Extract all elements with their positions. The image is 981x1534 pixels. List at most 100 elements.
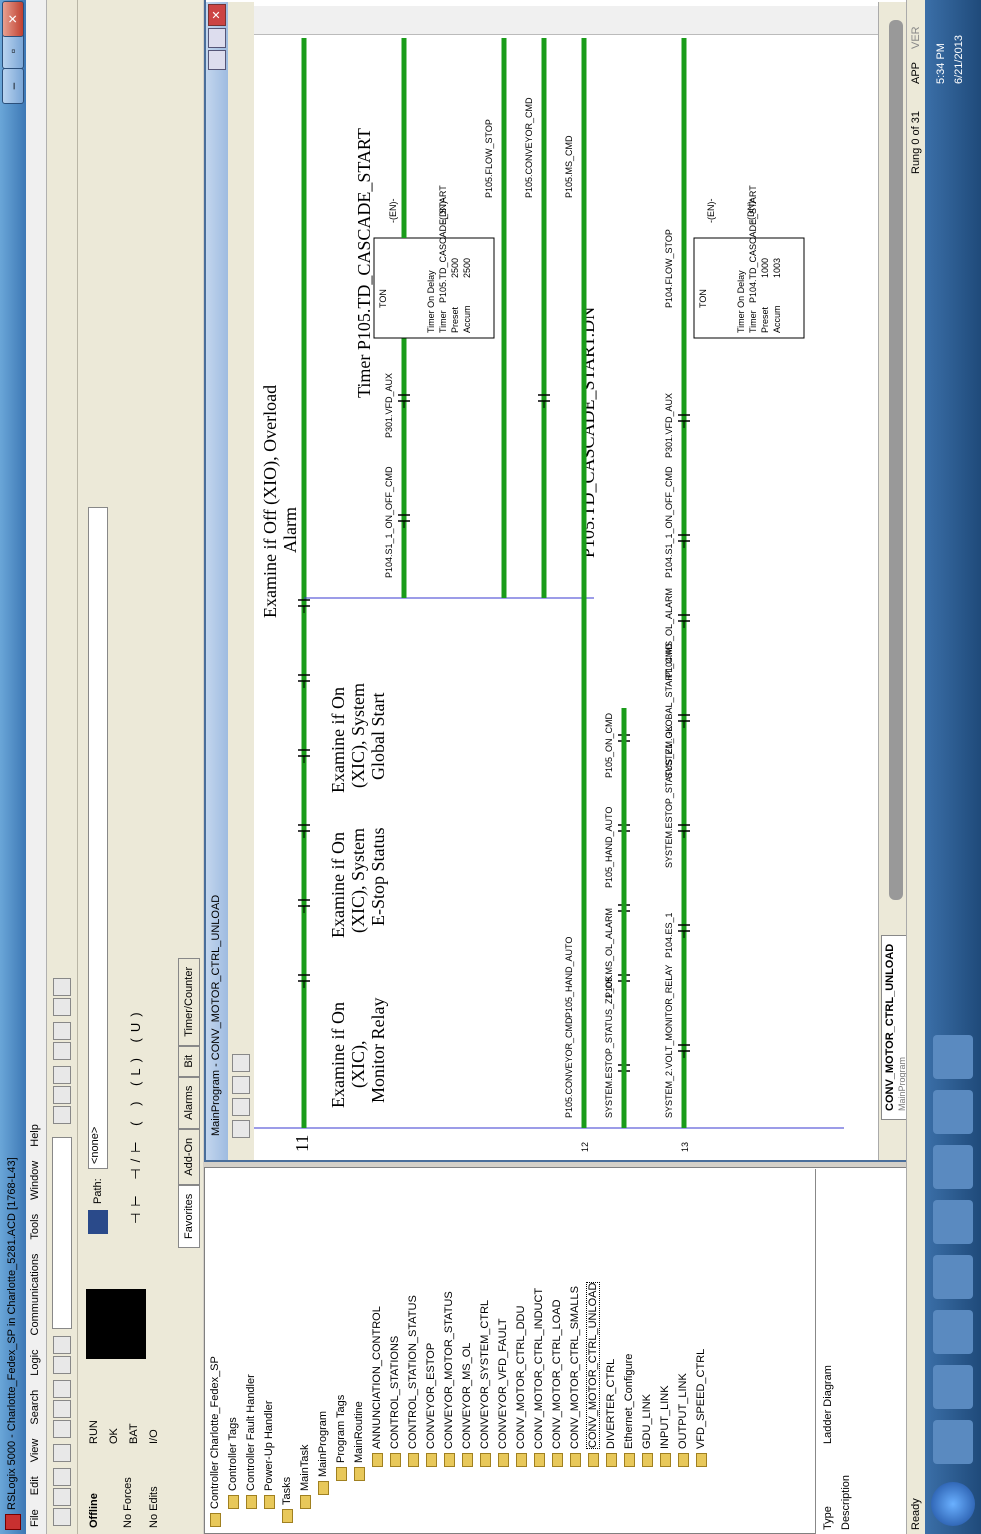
accept-icon[interactable] xyxy=(232,1054,250,1072)
tree-item[interactable]: CONV_MOTOR_CTRL_LOAD xyxy=(551,1299,563,1467)
ton1-preset[interactable]: 2500 xyxy=(450,258,460,278)
tree-item[interactable]: Ethernet_Configure xyxy=(623,1354,635,1467)
rung-icon[interactable] xyxy=(232,1120,250,1138)
tree-item[interactable]: VFD_SPEED_CTRL xyxy=(695,1349,707,1467)
ladder-min-button[interactable] xyxy=(208,50,226,70)
vertical-scrollbar[interactable] xyxy=(254,6,878,35)
properties-icon[interactable] xyxy=(53,1042,71,1060)
tree-item[interactable]: CONV_MOTOR_CTRL_DDU xyxy=(515,1306,527,1467)
copy-icon[interactable] xyxy=(53,1400,71,1418)
media-taskbar-icon[interactable] xyxy=(933,1310,973,1354)
tree-item[interactable]: GDU_LINK xyxy=(641,1394,653,1467)
branch-icon[interactable] xyxy=(232,1098,250,1116)
new-icon[interactable] xyxy=(53,1508,71,1526)
tree-item[interactable]: CONV_MOTOR_CTRL_SMALLS xyxy=(569,1286,581,1467)
ton2-preset[interactable]: 1000 xyxy=(760,258,770,278)
start-button[interactable] xyxy=(931,1482,975,1526)
ladder-instruction-toolbar[interactable]: ⊣⊢ ⊣/⊢ ( ) (L) (U) xyxy=(128,1006,144,1224)
tree-item[interactable]: CONV_MOTOR_CTRL_UNLOAD xyxy=(586,1281,600,1467)
monitor-icon[interactable] xyxy=(53,1022,71,1040)
ton2-accum-label[interactable]: Accum xyxy=(772,305,782,333)
menu-communications[interactable]: Communications xyxy=(26,1247,44,1343)
tree-item[interactable]: CONVEYOR_VFD_FAULT xyxy=(497,1318,509,1467)
menu-help[interactable]: Help xyxy=(26,1117,44,1154)
tree-item[interactable]: CONV_MOTOR_CTRL_INDUCT xyxy=(533,1288,545,1467)
tree-item[interactable]: OUTPUT_LINK xyxy=(677,1373,689,1467)
ton1-title[interactable]: Timer On Delay xyxy=(426,270,436,333)
tree-item[interactable]: Power-Up Handler xyxy=(263,1401,275,1509)
tree-item[interactable]: MainTask xyxy=(299,1445,311,1509)
tree-item[interactable]: INPUT_LINK xyxy=(659,1385,671,1467)
explorer-taskbar-icon[interactable] xyxy=(933,1365,973,1409)
tree-item[interactable]: Program Tags xyxy=(335,1395,347,1481)
tree-item[interactable]: CONTROL_STATIONS xyxy=(389,1336,401,1467)
search-combo[interactable] xyxy=(52,1137,72,1329)
ton1-en-coil[interactable]: -(EN)- xyxy=(388,199,398,224)
tab-timer-counter[interactable]: Timer/Counter xyxy=(178,957,200,1046)
zoom-in-icon[interactable] xyxy=(53,998,71,1016)
verify-icon[interactable] xyxy=(53,1106,71,1124)
menu-view[interactable]: View xyxy=(26,1432,44,1470)
menu-logic[interactable]: Logic xyxy=(26,1342,44,1382)
ton2-title[interactable]: Timer On Delay xyxy=(736,270,746,333)
rslinx-taskbar-icon[interactable] xyxy=(933,1035,973,1079)
maximize-button[interactable]: ▫ xyxy=(2,33,24,69)
edit-icon[interactable] xyxy=(53,1066,71,1084)
close-button[interactable]: ✕ xyxy=(2,1,24,37)
tree-item[interactable]: Controller Fault Handler xyxy=(245,1374,257,1509)
menu-tools[interactable]: Tools xyxy=(26,1207,44,1247)
tab-favorites[interactable]: Favorites xyxy=(178,1184,200,1248)
tree-item[interactable]: CONVEYOR_MS_OL xyxy=(461,1343,473,1467)
ladder-max-button[interactable] xyxy=(208,28,226,48)
paste-icon[interactable] xyxy=(53,1380,71,1398)
verify-all-icon[interactable] xyxy=(53,1086,71,1104)
calculator-taskbar-icon[interactable] xyxy=(933,1255,973,1299)
ton1-dn-coil[interactable]: -(DN)- xyxy=(438,198,448,223)
menu-window[interactable]: Window xyxy=(26,1154,44,1207)
path-combo[interactable]: <none> xyxy=(88,507,108,1169)
minimize-button[interactable]: – xyxy=(2,68,24,104)
ton1-accum[interactable]: 2500 xyxy=(462,258,472,278)
compile-icon[interactable] xyxy=(232,1076,250,1094)
ton2-preset-label[interactable]: Preset xyxy=(760,306,770,333)
tree-item[interactable]: ANNUNCIATION_CONTROL xyxy=(371,1306,383,1467)
zoom-out-icon[interactable] xyxy=(53,978,71,996)
ton2-dn-coil[interactable]: -(DN)- xyxy=(746,198,756,223)
tree-item[interactable]: MainProgram xyxy=(317,1411,329,1495)
word-taskbar-icon[interactable] xyxy=(933,1090,973,1134)
menu-edit[interactable]: Edit xyxy=(26,1469,44,1502)
ton2-timer-label[interactable]: Timer xyxy=(748,310,758,333)
tree-item[interactable]: MainRoutine xyxy=(353,1401,365,1481)
horizontal-scrollbar[interactable] xyxy=(889,20,903,900)
ie-taskbar-icon[interactable] xyxy=(933,1420,973,1464)
tab-add-on[interactable]: Add-On xyxy=(178,1128,200,1185)
ton2-accum[interactable]: 1003 xyxy=(772,258,782,278)
rslogix-taskbar-icon[interactable] xyxy=(933,1145,973,1189)
tree-controller[interactable]: Controller Charlotte_Fedex_SP xyxy=(209,1356,221,1527)
cut-icon[interactable] xyxy=(53,1420,71,1438)
save-icon[interactable] xyxy=(53,1468,71,1486)
undo-icon[interactable] xyxy=(53,1356,71,1374)
open-icon[interactable] xyxy=(53,1488,71,1506)
tab-alarms[interactable]: Alarms xyxy=(178,1076,200,1129)
tab-bit[interactable]: Bit xyxy=(178,1045,200,1077)
redo-icon[interactable] xyxy=(53,1336,71,1354)
print-icon[interactable] xyxy=(53,1444,71,1462)
ton2-kind[interactable]: TON xyxy=(698,289,708,308)
tree-item[interactable]: Tasks xyxy=(281,1477,293,1523)
outlook-taskbar-icon[interactable] xyxy=(933,1200,973,1244)
ton2-en-coil[interactable]: -(EN)- xyxy=(706,199,716,224)
menu-search[interactable]: Search xyxy=(26,1383,44,1432)
tree-item[interactable]: CONTROL_STATION_STATUS xyxy=(407,1295,419,1467)
ladder-close-button[interactable]: ✕ xyxy=(208,4,226,26)
tree-item[interactable]: CONVEYOR_ESTOP xyxy=(425,1343,437,1467)
menu-file[interactable]: File xyxy=(26,1502,44,1534)
tree-item[interactable]: CONVEYOR_SYSTEM_CTRL xyxy=(479,1300,491,1467)
ton1-accum-label[interactable]: Accum xyxy=(462,305,472,333)
tree-item[interactable]: Controller Tags xyxy=(227,1417,239,1509)
tree-item[interactable]: CONVEYOR_MOTOR_STATUS xyxy=(443,1291,455,1467)
ton1-timer-label[interactable]: Timer xyxy=(438,310,448,333)
ton1-kind[interactable]: TON xyxy=(378,289,388,308)
tree-item[interactable]: DIVERTER_CTRL xyxy=(605,1359,617,1467)
ton1-preset-label[interactable]: Preset xyxy=(450,306,460,333)
